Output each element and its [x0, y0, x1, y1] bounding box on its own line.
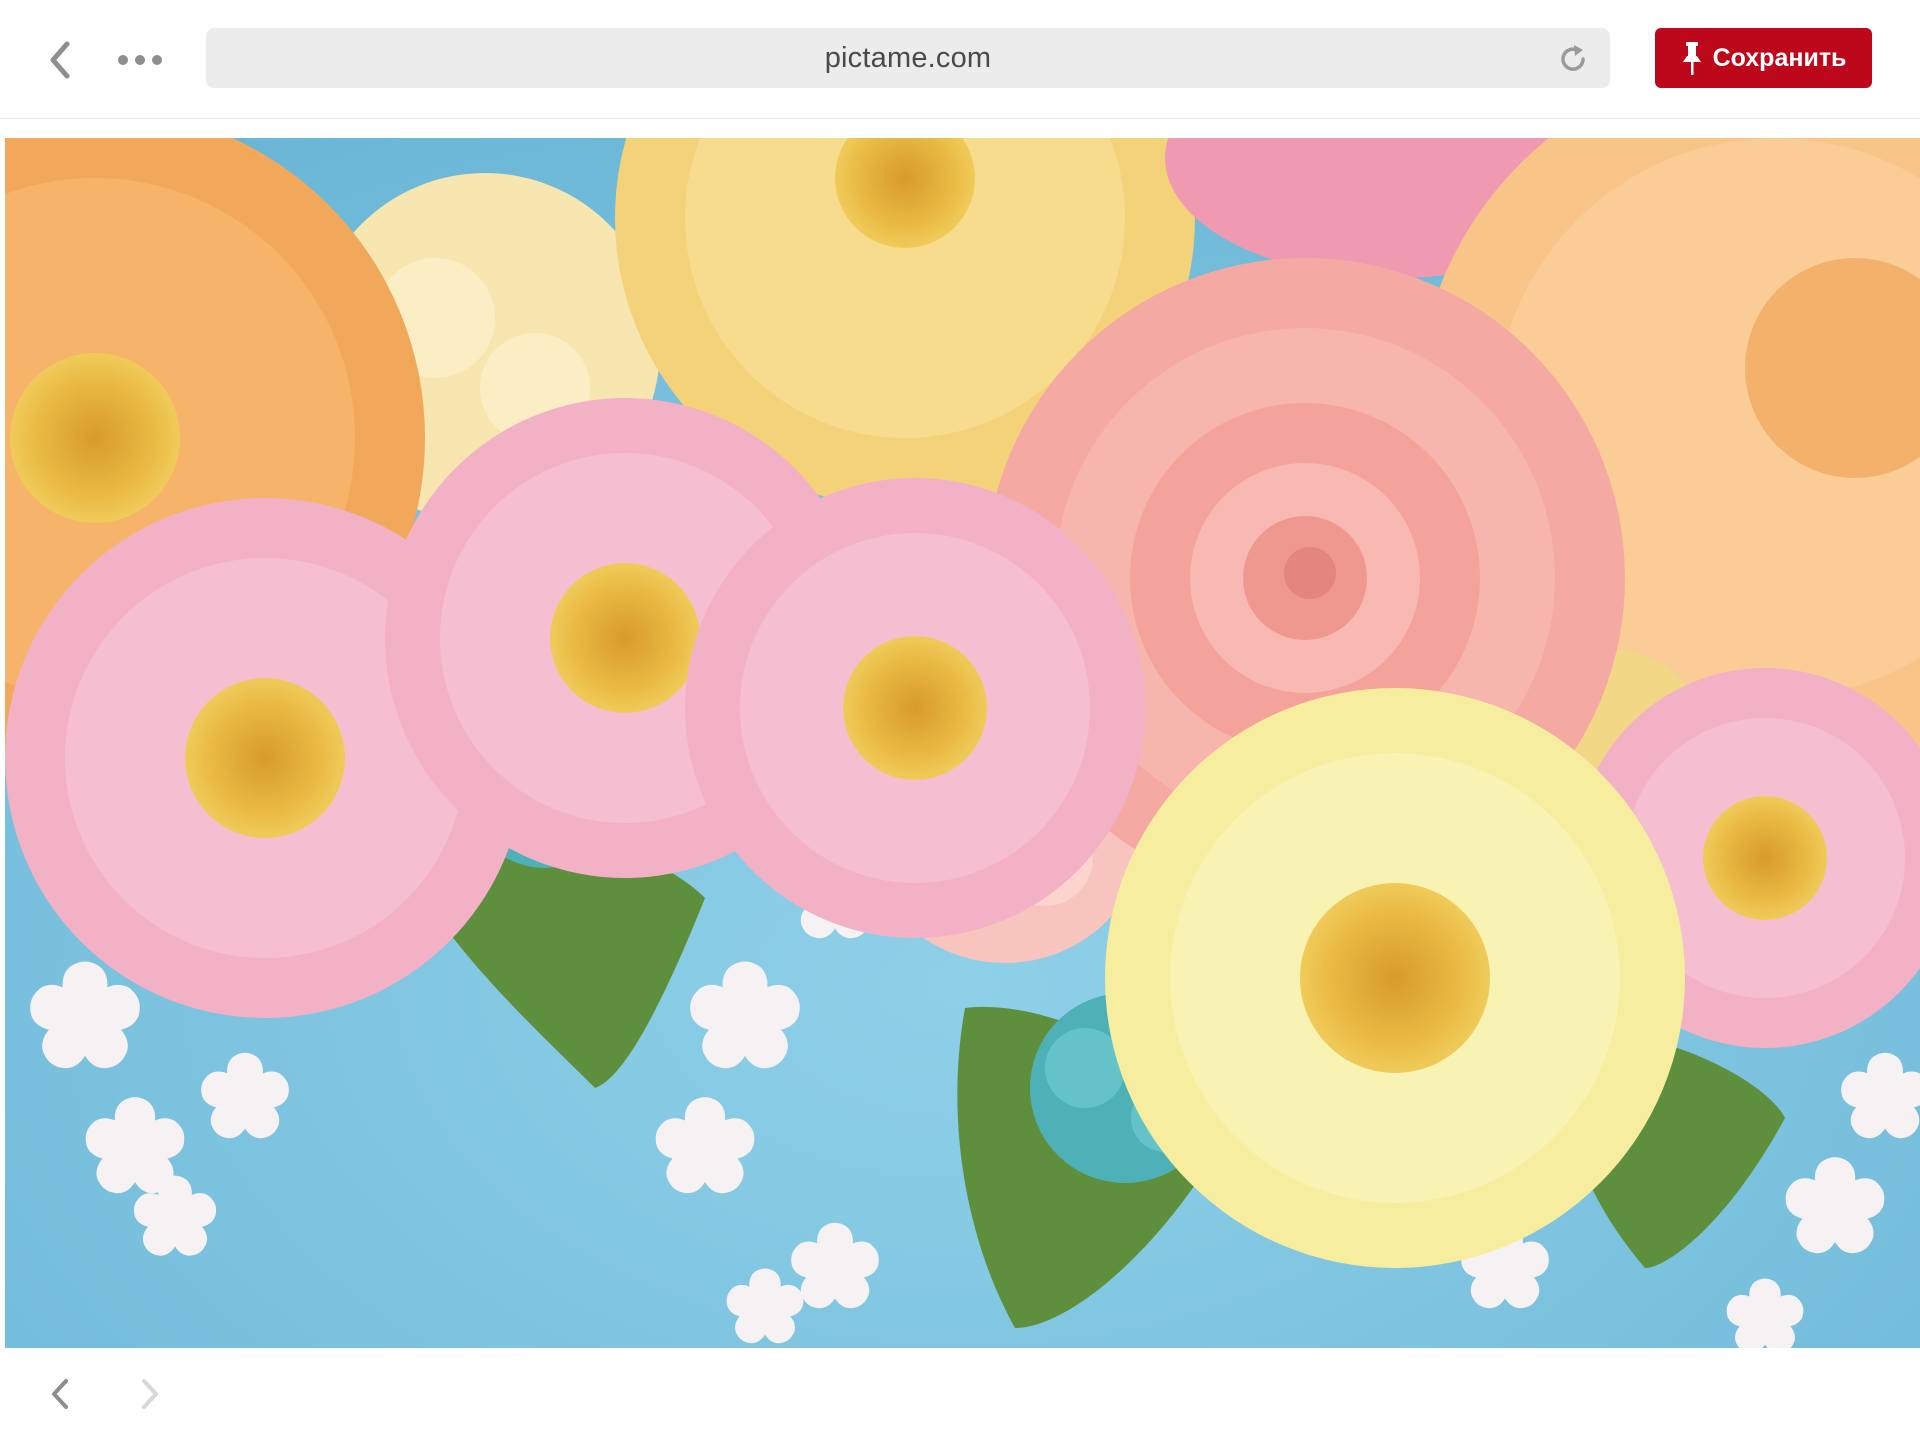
pin-image[interactable] — [5, 138, 1920, 1348]
more-options-button[interactable] — [110, 36, 170, 84]
chevron-left-icon — [50, 41, 70, 79]
save-button[interactable]: Сохранить — [1655, 28, 1872, 88]
chevron-right-icon — [142, 1379, 158, 1409]
pin-navigation — [0, 1348, 1920, 1440]
reload-button[interactable] — [1556, 42, 1590, 76]
next-pin-button[interactable] — [130, 1368, 170, 1420]
flower-photo — [5, 138, 1920, 1348]
reload-icon — [1561, 45, 1585, 71]
browser-toolbar: pictame.com Сохранить — [0, 0, 1920, 119]
address-url: pictame.com — [824, 41, 992, 74]
previous-pin-button[interactable] — [40, 1368, 80, 1420]
pin-icon — [1682, 42, 1701, 75]
pink-daisy-right — [685, 478, 1145, 938]
address-bar[interactable]: pictame.com — [206, 28, 1610, 88]
pale-yellow-flower — [1105, 688, 1685, 1268]
more-dots-icon — [118, 55, 162, 65]
back-button[interactable] — [36, 30, 84, 90]
chevron-left-icon — [52, 1379, 68, 1409]
save-button-label: Сохранить — [1712, 43, 1847, 72]
